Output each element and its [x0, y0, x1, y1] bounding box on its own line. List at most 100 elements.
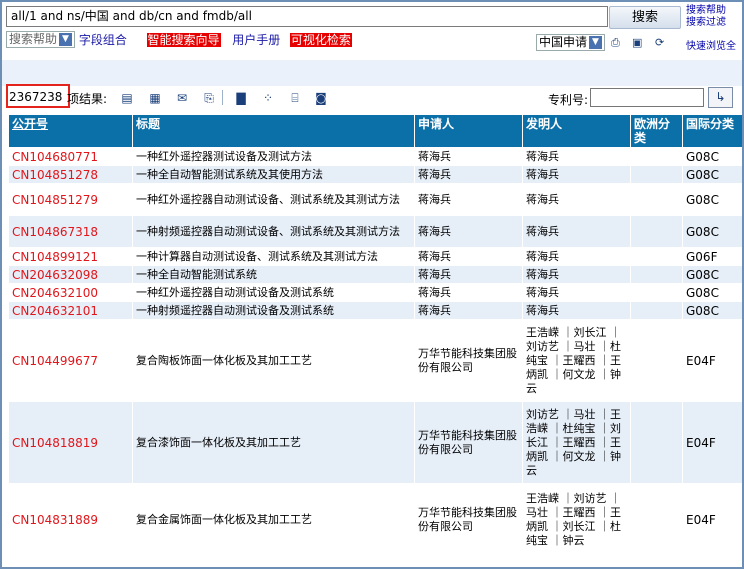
smart-search-link[interactable]: 智能搜索向导	[147, 33, 221, 47]
applicant-cell: 蒋海兵	[415, 166, 523, 184]
patent-no-input[interactable]	[590, 88, 704, 107]
ecla-cell	[631, 302, 683, 320]
toolbar-divider	[222, 90, 223, 105]
table-row[interactable]: CN104680771一种红外遥控器测试设备及测试方法蒋海兵蒋海兵G08C	[9, 148, 743, 166]
help-select[interactable]: 搜索帮助▼	[6, 31, 75, 48]
publication-number-link[interactable]: CN104851279	[9, 184, 133, 216]
inventor-cell: 蒋海兵	[523, 248, 631, 266]
publication-number-link[interactable]: CN204632101	[9, 302, 133, 320]
publication-number-link[interactable]: CN104831889	[9, 484, 133, 556]
print-icon[interactable]: ⎙	[611, 36, 620, 50]
table-row[interactable]: CN204632100一种红外遥控器自动测试设备及测试系统蒋海兵蒋海兵G08C	[9, 284, 743, 302]
chevron-down-icon: ▼	[589, 36, 602, 49]
table-row[interactable]: CN104899121一种计算器自动测试设备、测试系统及其测试方法蒋海兵蒋海兵G…	[9, 248, 743, 266]
inventor-cell: 蒋海兵	[523, 284, 631, 302]
applicant-cell: 蒋海兵	[415, 266, 523, 284]
inventor-cell: 王浩嵘 ｜刘访艺 ｜马壮 ｜王耀西 ｜王炳凯 ｜刘长江 ｜杜纯宝 ｜钟云	[523, 484, 631, 556]
side-link-browse[interactable]: 快速浏览全	[686, 37, 736, 52]
title-cell: 一种红外遥控器自动测试设备、测试系统及其测试方法	[133, 184, 415, 216]
title-cell: 复合陶板饰面一体化板及其加工工艺	[133, 320, 415, 402]
db-select-value: 中国申请	[539, 35, 587, 49]
grid-icon[interactable]: ▦	[148, 91, 162, 105]
publication-number-link[interactable]: CN204632098	[9, 266, 133, 284]
ecla-cell	[631, 166, 683, 184]
search-input[interactable]: all/1 and ns/中国 and db/cn and fmdb/all	[6, 6, 608, 27]
col-pub[interactable]: 公开号	[9, 115, 133, 148]
result-count: 2367238	[9, 90, 62, 104]
go-button[interactable]: ↳	[708, 87, 733, 108]
bar-chart-icon[interactable]: ▇	[234, 91, 248, 105]
ipc-cell: G08C	[683, 266, 743, 284]
mail-icon[interactable]: ✉	[175, 91, 189, 105]
title-cell: 一种全自动智能测试系统及其使用方法	[133, 166, 415, 184]
visual-search-link[interactable]: 可视化检索	[290, 33, 352, 47]
ipc-cell: E04F	[683, 320, 743, 402]
user-manual-link[interactable]: 用户手册	[232, 33, 280, 47]
chevron-down-icon: ▼	[59, 33, 72, 46]
ipc-cell: G08C	[683, 166, 743, 184]
applicant-cell: 蒋海兵	[415, 184, 523, 216]
table-row[interactable]: CN204632098一种全自动智能测试系统蒋海兵蒋海兵G08C	[9, 266, 743, 284]
publication-number-link[interactable]: CN104818819	[9, 402, 133, 484]
publication-number-link[interactable]: CN104851278	[9, 166, 133, 184]
table-header: 公开号 标题 申请人 发明人 欧洲分类 国际分类	[9, 115, 743, 148]
refresh-icon[interactable]: ⟳	[655, 36, 664, 49]
title-cell: 复合漆饰面一体化板及其加工工艺	[133, 402, 415, 484]
publication-number-link[interactable]: CN204632100	[9, 284, 133, 302]
ecla-cell	[631, 184, 683, 216]
ecla-cell	[631, 248, 683, 266]
title-cell: 一种计算器自动测试设备、测试系统及其测试方法	[133, 248, 415, 266]
inventor-cell: 蒋海兵	[523, 184, 631, 216]
table-row[interactable]: CN204632101一种射频遥控器自动测试设备及测试系统蒋海兵蒋海兵G08C	[9, 302, 743, 320]
table-row[interactable]: CN104499677复合陶板饰面一体化板及其加工工艺万华节能科技集团股份有限公…	[9, 320, 743, 402]
col-title: 标题	[133, 115, 415, 148]
title-cell: 一种全自动智能测试系统	[133, 266, 415, 284]
table-row[interactable]: CN104851279一种红外遥控器自动测试设备、测试系统及其测试方法蒋海兵蒋海…	[9, 184, 743, 216]
table-row[interactable]: CN104831889复合金属饰面一体化板及其加工工艺万华节能科技集团股份有限公…	[9, 484, 743, 556]
tree-icon[interactable]: ⌸	[288, 91, 302, 105]
ecla-cell	[631, 266, 683, 284]
search-button[interactable]: 搜索	[609, 6, 681, 29]
ipc-cell: G06F	[683, 248, 743, 266]
inventor-cell: 蒋海兵	[523, 216, 631, 248]
ipc-cell: G08C	[683, 302, 743, 320]
col-applicant: 申请人	[415, 115, 523, 148]
ecla-cell	[631, 216, 683, 248]
patent-no-label: 专利号:	[548, 91, 588, 108]
inventor-cell: 蒋海兵	[523, 166, 631, 184]
ipc-cell: E04F	[683, 484, 743, 556]
table-row[interactable]: CN104867318一种射频遥控器自动测试设备、测试系统及其测试方法蒋海兵蒋海…	[9, 216, 743, 248]
database-icon[interactable]: ◙	[314, 91, 328, 105]
separator-band	[2, 60, 742, 86]
document-icon[interactable]: ▤	[120, 91, 134, 105]
publication-number-link[interactable]: CN104899121	[9, 248, 133, 266]
publication-number-link[interactable]: CN104680771	[9, 148, 133, 166]
applicant-cell: 万华节能科技集团股份有限公司	[415, 320, 523, 402]
table-row[interactable]: CN104818819复合漆饰面一体化板及其加工工艺万华节能科技集团股份有限公司…	[9, 402, 743, 484]
side-link-help[interactable]: 搜索帮助	[686, 5, 742, 17]
applicant-cell: 万华节能科技集团股份有限公司	[415, 484, 523, 556]
window-icon[interactable]: ▣	[632, 36, 642, 49]
title-cell: 一种红外遥控器自动测试设备及测试系统	[133, 284, 415, 302]
db-select[interactable]: 中国申请▼	[536, 34, 605, 51]
field-combo-link[interactable]: 字段组合	[79, 33, 127, 47]
title-cell: 一种射频遥控器自动测试设备、测试系统及其测试方法	[133, 216, 415, 248]
ecla-cell	[631, 484, 683, 556]
publication-number-link[interactable]: CN104867318	[9, 216, 133, 248]
inventor-cell: 蒋海兵	[523, 302, 631, 320]
ipc-cell: G08C	[683, 148, 743, 166]
publication-number-link[interactable]: CN104499677	[9, 320, 133, 402]
results-table-wrap: 公开号 标题 申请人 发明人 欧洲分类 国际分类 CN104680771一种红外…	[8, 114, 742, 567]
table-row[interactable]: CN104851278一种全自动智能测试系统及其使用方法蒋海兵蒋海兵G08C	[9, 166, 743, 184]
col-inventor: 发明人	[523, 115, 631, 148]
scatter-chart-icon[interactable]: ⁘	[261, 91, 275, 105]
applicant-cell: 蒋海兵	[415, 302, 523, 320]
options-row: 搜索帮助▼ 字段组合 智能搜索向导 用户手册 可视化检索	[6, 31, 738, 49]
ipc-cell: G08C	[683, 184, 743, 216]
title-cell: 复合金属饰面一体化板及其加工工艺	[133, 484, 415, 556]
export-icon[interactable]: ⎘	[202, 91, 216, 105]
side-link-filter[interactable]: 搜索过滤	[686, 17, 742, 29]
ecla-cell	[631, 284, 683, 302]
help-select-value: 搜索帮助	[9, 32, 57, 46]
col-ecla: 欧洲分类	[631, 115, 683, 148]
